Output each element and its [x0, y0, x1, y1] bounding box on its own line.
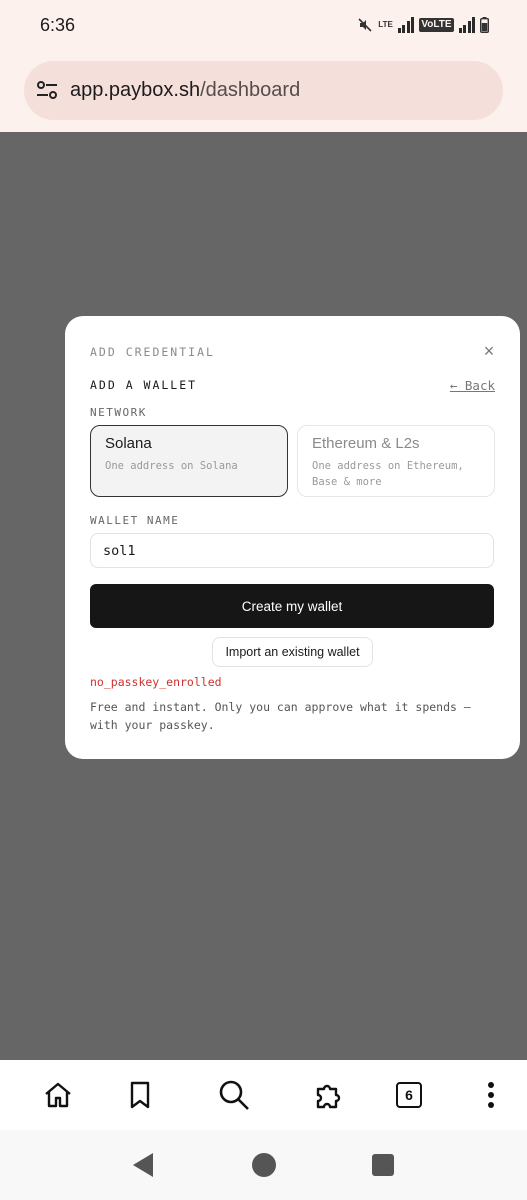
back-icon[interactable]	[131, 1152, 155, 1178]
battery-icon	[480, 17, 489, 33]
wallet-name-label: WALLET NAME	[90, 514, 180, 527]
info-text: Free and instant. Only you can approve w…	[90, 700, 471, 732]
url-domain: app.paybox.sh	[70, 79, 201, 101]
status-time: 6:36	[40, 15, 76, 35]
network-option-ethereum[interactable]: Ethereum & L2s One address on Ethereum, …	[297, 425, 495, 497]
home-circle-icon[interactable]	[251, 1152, 277, 1178]
address-bar[interactable]: app.paybox.sh/dashboard	[24, 61, 503, 120]
create-wallet-button[interactable]: Create my wallet	[90, 584, 494, 628]
close-button[interactable]: ×	[480, 342, 498, 360]
signal-icon	[458, 17, 475, 33]
network-label: NETWORK	[90, 406, 147, 419]
extensions-button[interactable]	[311, 1078, 345, 1112]
system-nav-bar	[0, 1130, 527, 1200]
tab-count: 6	[396, 1082, 422, 1108]
search-button[interactable]	[217, 1078, 251, 1112]
modal-title: ADD CREDENTIAL	[90, 345, 215, 359]
signal-icon	[397, 17, 415, 33]
tune-icon[interactable]	[35, 78, 59, 102]
bookmark-button[interactable]	[123, 1078, 157, 1112]
search-icon	[219, 1080, 249, 1110]
section-title: ADD A WALLET	[90, 378, 198, 392]
status-bar: 6:36 LTE VoLTE	[0, 0, 527, 52]
add-credential-modal: ADD CREDENTIAL × ADD A WALLET ← Back NET…	[65, 316, 520, 759]
mute-icon	[358, 18, 372, 32]
network-description: One address on Ethereum, Base & more	[312, 460, 464, 488]
recents-icon[interactable]	[371, 1153, 395, 1177]
bookmark-icon	[130, 1081, 150, 1109]
volte-icon: VoLTE	[419, 18, 454, 32]
network-description: One address on Solana	[105, 460, 238, 472]
wallet-name-input[interactable]	[90, 533, 494, 568]
home-button[interactable]	[41, 1078, 75, 1112]
tabs-button[interactable]: 6	[392, 1078, 426, 1112]
url-text[interactable]: app.paybox.sh/dashboard	[70, 79, 300, 102]
network-name: Solana	[105, 435, 152, 452]
url-bar-area: app.paybox.sh/dashboard	[0, 52, 527, 132]
status-icons: LTE VoLTE	[357, 17, 489, 33]
network-option-solana[interactable]: Solana One address on Solana	[90, 425, 288, 497]
more-icon	[488, 1082, 494, 1108]
home-icon	[45, 1082, 71, 1108]
lte-label: LTE	[378, 20, 393, 29]
more-button[interactable]	[474, 1078, 508, 1112]
back-link[interactable]: ← Back	[450, 378, 495, 393]
import-wallet-button[interactable]: Import an existing wallet	[212, 637, 373, 667]
error-message: no_passkey_enrolled	[90, 675, 222, 689]
browser-bottom-bar: 6	[0, 1060, 527, 1130]
network-name: Ethereum & L2s	[312, 435, 420, 452]
url-path: /dashboard	[200, 79, 301, 101]
extensions-icon	[316, 1084, 341, 1109]
